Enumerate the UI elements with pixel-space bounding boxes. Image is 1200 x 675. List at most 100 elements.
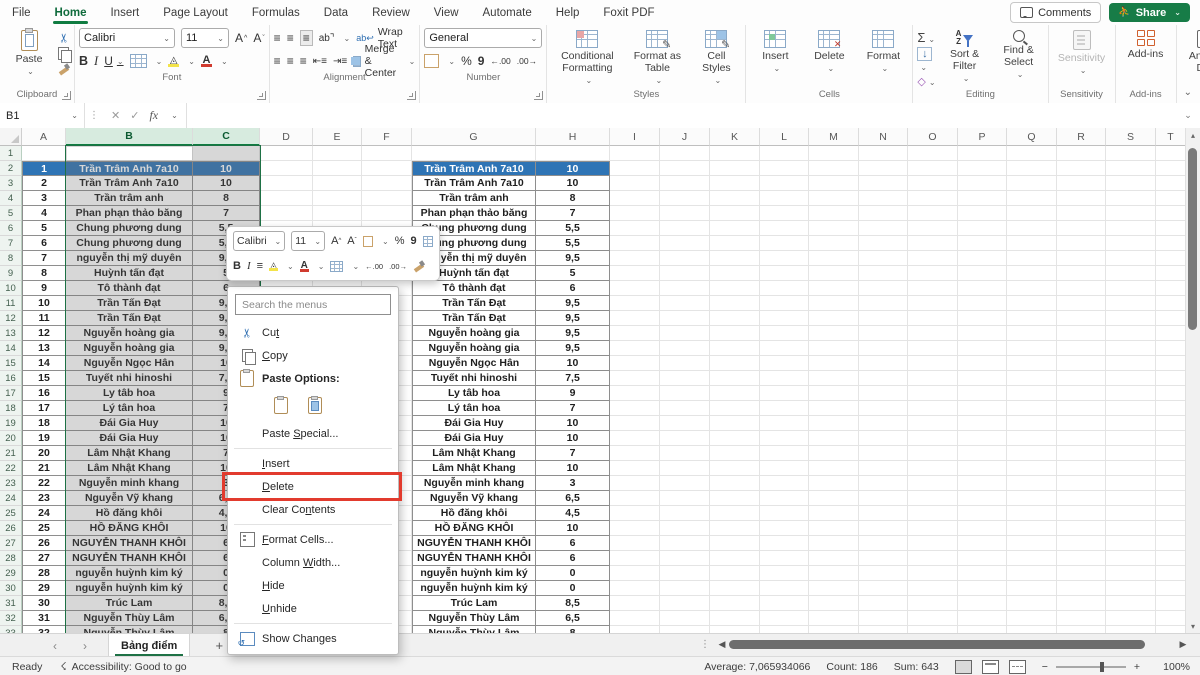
cell-P2[interactable] — [958, 161, 1007, 176]
decrease-indent-icon[interactable]: ⇤≡ — [313, 56, 327, 67]
cell-K5[interactable] — [710, 206, 760, 221]
dialog-launcher-icon[interactable] — [407, 91, 416, 100]
cell-G22[interactable]: Lâm Nhật Khang — [412, 461, 536, 476]
cell-O8[interactable] — [908, 251, 958, 266]
cell-O12[interactable] — [908, 311, 958, 326]
cell-S9[interactable] — [1106, 266, 1156, 281]
cell-M29[interactable] — [809, 566, 859, 581]
cell-O33[interactable] — [908, 626, 958, 633]
cell-S11[interactable] — [1106, 296, 1156, 311]
cell-K18[interactable] — [710, 401, 760, 416]
cell-Q20[interactable] — [1007, 431, 1057, 446]
cell-T8[interactable] — [1156, 251, 1186, 266]
cell-H1[interactable] — [536, 146, 610, 161]
cell-N2[interactable] — [859, 161, 908, 176]
cell-P23[interactable] — [958, 476, 1007, 491]
cell-H33[interactable]: 8 — [536, 626, 610, 633]
cell-S17[interactable] — [1106, 386, 1156, 401]
cell-M27[interactable] — [809, 536, 859, 551]
cell-L7[interactable] — [760, 236, 809, 251]
cell-B2[interactable]: Trần Trâm Anh 7a10 — [66, 161, 193, 176]
cell-J13[interactable] — [660, 326, 710, 341]
cell-D1[interactable] — [260, 146, 313, 161]
select-all-corner[interactable] — [0, 128, 22, 146]
cell-J10[interactable] — [660, 281, 710, 296]
cell-K17[interactable] — [710, 386, 760, 401]
mini-table-icon[interactable] — [423, 236, 433, 247]
cell-M22[interactable] — [809, 461, 859, 476]
cell-A24[interactable]: 23 — [22, 491, 66, 506]
cell-Q16[interactable] — [1007, 371, 1057, 386]
cell-L30[interactable] — [760, 581, 809, 596]
cell-R2[interactable] — [1057, 161, 1106, 176]
cell-K24[interactable] — [710, 491, 760, 506]
cell-A16[interactable]: 15 — [22, 371, 66, 386]
cell-L9[interactable] — [760, 266, 809, 281]
cell-O1[interactable] — [908, 146, 958, 161]
cell-A23[interactable]: 22 — [22, 476, 66, 491]
cell-P16[interactable] — [958, 371, 1007, 386]
cell-K7[interactable] — [710, 236, 760, 251]
cell-H18[interactable]: 7 — [536, 401, 610, 416]
cell-A2[interactable]: 1 — [22, 161, 66, 176]
cell-L17[interactable] — [760, 386, 809, 401]
column-header-O[interactable]: O — [908, 128, 958, 146]
cell-K32[interactable] — [710, 611, 760, 626]
mini-borders-icon[interactable] — [330, 261, 343, 272]
scroll-up-icon[interactable]: ▴ — [1186, 128, 1200, 142]
cell-S22[interactable] — [1106, 461, 1156, 476]
row-header-32[interactable]: 32 — [0, 611, 22, 626]
cell-M7[interactable] — [809, 236, 859, 251]
cell-Q19[interactable] — [1007, 416, 1057, 431]
cell-G21[interactable]: Lâm Nhật Khang — [412, 446, 536, 461]
cell-A20[interactable]: 19 — [22, 431, 66, 446]
menu-item-hide[interactable]: Hide — [228, 574, 398, 597]
cell-A33[interactable]: 32 — [22, 626, 66, 633]
column-header-N[interactable]: N — [859, 128, 908, 146]
cell-L23[interactable] — [760, 476, 809, 491]
cell-A3[interactable]: 2 — [22, 176, 66, 191]
scroll-down-icon[interactable]: ▾ — [1186, 619, 1200, 633]
cell-J15[interactable] — [660, 356, 710, 371]
cell-E5[interactable] — [313, 206, 362, 221]
cell-O29[interactable] — [908, 566, 958, 581]
cell-P19[interactable] — [958, 416, 1007, 431]
cell-I2[interactable] — [610, 161, 660, 176]
italic-button[interactable]: I — [94, 54, 98, 69]
cell-I9[interactable] — [610, 266, 660, 281]
cell-C5[interactable]: 7 — [193, 206, 260, 221]
cell-T29[interactable] — [1156, 566, 1186, 581]
cell-J14[interactable] — [660, 341, 710, 356]
ribbon-tab-page-layout[interactable]: Page Layout — [151, 0, 240, 25]
cell-L12[interactable] — [760, 311, 809, 326]
cell-G15[interactable]: Nguyễn Ngọc Hân — [412, 356, 536, 371]
share-button[interactable]: ⛹ Share ⌄ — [1109, 3, 1190, 22]
column-header-Q[interactable]: Q — [1007, 128, 1057, 146]
insert-cells-button[interactable]: Insert⌄ — [750, 28, 800, 75]
cell-N16[interactable] — [859, 371, 908, 386]
percent-style-icon[interactable]: % — [461, 54, 472, 68]
font-size-select[interactable]: 11⌄ — [181, 28, 229, 48]
cell-P22[interactable] — [958, 461, 1007, 476]
row-header-22[interactable]: 22 — [0, 461, 22, 476]
cell-T1[interactable] — [1156, 146, 1186, 161]
font-color-icon[interactable]: A — [201, 55, 212, 67]
cell-N24[interactable] — [859, 491, 908, 506]
cell-B13[interactable]: Nguyễn hoàng gia — [66, 326, 193, 341]
cell-I24[interactable] — [610, 491, 660, 506]
cell-O27[interactable] — [908, 536, 958, 551]
cell-S28[interactable] — [1106, 551, 1156, 566]
cell-S14[interactable] — [1106, 341, 1156, 356]
cell-H8[interactable]: 9,5 — [536, 251, 610, 266]
cell-K33[interactable] — [710, 626, 760, 633]
accessibility-status[interactable]: ☇ Accessibility: Good to go — [60, 660, 186, 673]
cell-S4[interactable] — [1106, 191, 1156, 206]
menu-item-show-changes[interactable]: Show Changes — [228, 627, 398, 650]
cell-P5[interactable] — [958, 206, 1007, 221]
column-header-H[interactable]: H — [536, 128, 610, 146]
cell-F2[interactable] — [362, 161, 412, 176]
cell-O10[interactable] — [908, 281, 958, 296]
horizontal-scroll-thumb[interactable] — [729, 640, 1145, 649]
cell-S13[interactable] — [1106, 326, 1156, 341]
ribbon-tab-review[interactable]: Review — [360, 0, 422, 25]
